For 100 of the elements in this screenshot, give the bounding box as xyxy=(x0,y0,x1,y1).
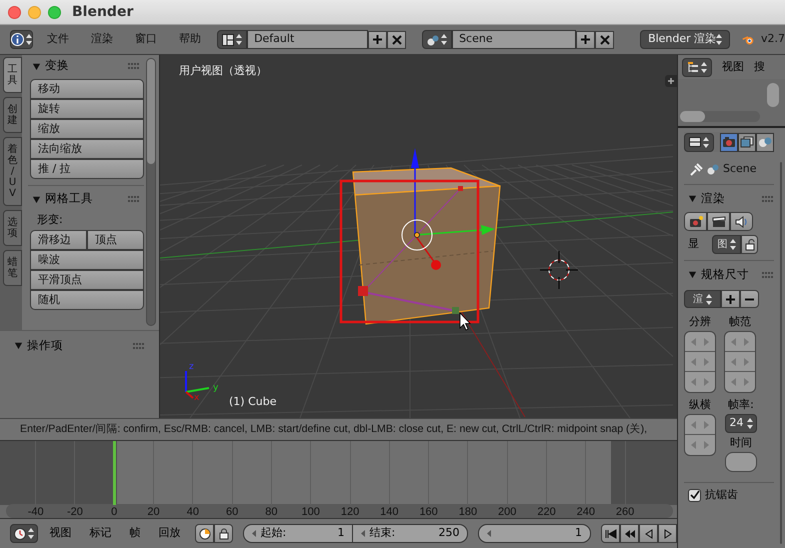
display-mode-menu[interactable]: 图 xyxy=(712,235,741,254)
menu-item[interactable]: 渲染 xyxy=(83,31,122,48)
scene-name-field[interactable]: Scene xyxy=(452,30,576,49)
menu-item[interactable]: 回放 xyxy=(151,525,188,542)
tool-button[interactable]: 噪波 xyxy=(30,250,144,270)
panel-title[interactable]: 规格尺寸 xyxy=(701,266,749,284)
menu-item[interactable]: 帮助 xyxy=(171,31,210,48)
disclosure-triangle-icon[interactable] xyxy=(32,62,41,70)
start-frame-field[interactable]: 起始: 1 xyxy=(243,524,354,543)
left-arrow-icon[interactable] xyxy=(731,358,736,366)
lock-button[interactable] xyxy=(741,235,758,254)
editor-type-menu[interactable] xyxy=(10,524,38,543)
tool-button[interactable]: 旋转 xyxy=(30,99,144,119)
scrollbar[interactable] xyxy=(680,111,760,122)
right-arrow-icon[interactable] xyxy=(704,378,709,386)
left-arrow-icon[interactable] xyxy=(731,378,736,386)
tool-shelf-tab[interactable]: 工具 xyxy=(3,57,22,93)
tool-button[interactable]: 滑移边 xyxy=(30,230,87,250)
editor-type-menu[interactable] xyxy=(10,30,34,49)
render-audio-button[interactable] xyxy=(730,212,753,231)
scrollbar[interactable] xyxy=(146,58,156,326)
right-arrow-icon[interactable] xyxy=(744,358,749,366)
end-frame-field[interactable]: 结束: 250 xyxy=(353,524,468,543)
left-arrow-icon[interactable] xyxy=(691,378,696,386)
close-button[interactable] xyxy=(595,30,614,48)
render-image-button[interactable] xyxy=(684,212,707,231)
add-button[interactable] xyxy=(576,30,596,48)
left-arrow-icon[interactable] xyxy=(252,530,256,537)
left-arrow-icon[interactable] xyxy=(487,530,492,537)
left-arrow-icon[interactable] xyxy=(361,530,366,537)
panel-title[interactable]: 变换 xyxy=(45,57,69,75)
drag-grip-icon[interactable] xyxy=(128,63,140,69)
add-button[interactable] xyxy=(721,290,740,308)
layout-type-menu[interactable] xyxy=(217,30,248,49)
lock-button[interactable] xyxy=(214,524,234,543)
tool-button[interactable]: 顶点 xyxy=(87,230,144,250)
close-button[interactable] xyxy=(387,30,406,48)
tool-button[interactable]: 推 / 拉 xyxy=(30,159,144,179)
outliner-area[interactable]: 视图 搜 xyxy=(678,55,785,128)
editor-type-menu[interactable] xyxy=(682,58,712,76)
editor-type-menu[interactable] xyxy=(684,132,714,152)
tool-shelf-tab[interactable]: 创建 xyxy=(3,97,22,133)
add-region-icon[interactable] xyxy=(665,75,677,87)
play-button[interactable] xyxy=(658,524,677,543)
right-arrow-icon[interactable] xyxy=(744,378,749,386)
menu-item[interactable]: 帧 xyxy=(122,525,148,542)
menu-item[interactable]: 视图 xyxy=(42,525,78,542)
cube-drawing[interactable] xyxy=(352,167,501,325)
render-animation-button[interactable] xyxy=(707,212,730,231)
drag-grip-icon[interactable] xyxy=(128,196,140,202)
frame-rate-menu[interactable]: 24 xyxy=(725,414,757,433)
scrollbar[interactable] xyxy=(767,83,779,107)
tool-button[interactable]: 随机 xyxy=(30,290,144,310)
drag-grip-icon[interactable] xyxy=(133,342,145,349)
jump-to-start-button[interactable] xyxy=(601,524,620,543)
tool-button[interactable]: 法向缩放 xyxy=(30,139,144,159)
maximize-window-button[interactable] xyxy=(48,6,61,18)
disclosure-triangle-icon[interactable] xyxy=(32,194,41,204)
previous-keyframe-button[interactable] xyxy=(620,524,639,543)
close-window-button[interactable] xyxy=(8,6,21,18)
right-arrow-icon[interactable] xyxy=(704,358,709,366)
drag-grip-icon[interactable] xyxy=(762,196,774,202)
frame-ruler[interactable] xyxy=(6,504,673,518)
menu-item[interactable]: 搜 xyxy=(754,58,765,76)
preset-menu[interactable]: 渲 xyxy=(684,290,721,308)
current-frame-field[interactable]: 1 xyxy=(478,524,591,543)
menu-item[interactable]: 标记 xyxy=(82,525,118,542)
panel-title[interactable]: 操作项 xyxy=(27,337,63,354)
disclosure-triangle-icon[interactable] xyxy=(688,270,697,279)
tool-shelf-tab[interactable]: 蜡笔 xyxy=(3,250,22,286)
right-arrow-icon[interactable] xyxy=(704,441,709,449)
panel-title[interactable]: 渲染 xyxy=(701,190,725,208)
left-arrow-icon[interactable] xyxy=(691,358,696,366)
right-arrow-icon[interactable] xyxy=(704,338,709,346)
disclosure-triangle-icon[interactable] xyxy=(14,341,23,350)
transform-gizmo-drawing[interactable] xyxy=(402,148,495,270)
panel-title[interactable]: 网格工具 xyxy=(45,190,93,208)
minimize-window-button[interactable] xyxy=(28,6,41,18)
auto-keying-button[interactable] xyxy=(195,524,214,543)
left-arrow-icon[interactable] xyxy=(691,420,696,428)
tool-button[interactable]: 缩放 xyxy=(30,119,144,139)
right-arrow-icon[interactable] xyxy=(704,420,709,428)
disclosure-triangle-icon[interactable] xyxy=(688,194,697,203)
3d-viewport[interactable]: 用户视图（透视） z y x (1) Cube xyxy=(160,55,677,418)
checkbox[interactable] xyxy=(688,488,701,502)
play-reverse-button[interactable] xyxy=(639,524,658,543)
left-arrow-icon[interactable] xyxy=(691,441,696,449)
render-engine-menu[interactable]: Blender 渲染 xyxy=(640,30,730,49)
left-arrow-icon[interactable] xyxy=(691,338,696,346)
menu-item[interactable]: 窗口 xyxy=(127,31,166,48)
drag-grip-icon[interactable] xyxy=(762,272,774,278)
scene-type-menu[interactable] xyxy=(422,30,452,49)
tool-shelf-tab[interactable]: 选项 xyxy=(3,210,22,246)
context-tab[interactable] xyxy=(738,132,756,152)
number-field[interactable] xyxy=(725,452,757,472)
tool-button[interactable]: 移动 xyxy=(30,79,144,99)
menu-item[interactable]: 文件 xyxy=(39,31,78,48)
right-arrow-icon[interactable] xyxy=(744,338,749,346)
scrollbar[interactable] xyxy=(780,162,782,544)
context-tab[interactable] xyxy=(756,132,774,152)
